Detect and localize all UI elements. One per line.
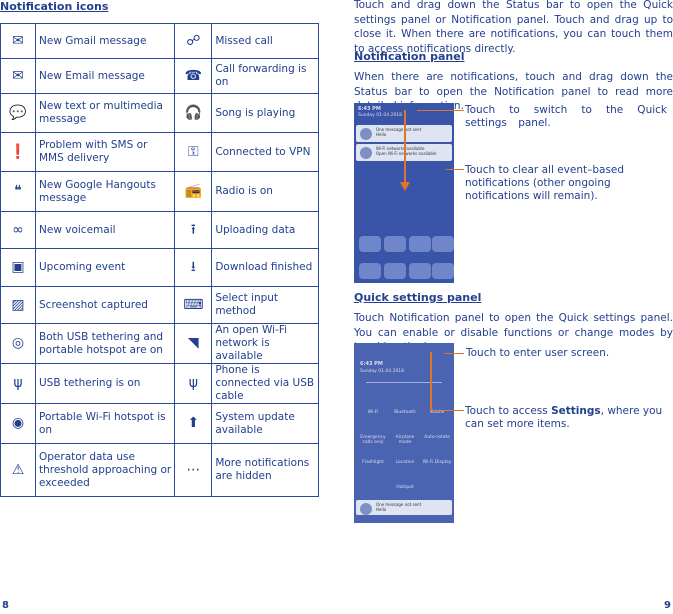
usb-hotspot-icon: ◎: [0, 323, 36, 364]
table-row: ∞ New voicemail ⭱ Uploading data: [0, 211, 319, 249]
quick-settings-callout: Touch to switch to the Quick settings pa…: [465, 104, 667, 129]
icon-description: Uploading data: [211, 211, 319, 249]
quick-setting-tile[interactable]: Location: [390, 460, 420, 465]
usb-icon: ψ: [174, 363, 213, 404]
upload-icon: ⭱: [174, 211, 213, 249]
icon-description: Phone is connected via USB cable: [211, 363, 319, 404]
icon-description: Missed call: [211, 23, 319, 59]
table-row: 💬 New text or multimedia message 🎧 Song is …: [0, 93, 319, 133]
notification-card[interactable]: One message not sent Hello: [356, 500, 452, 515]
table-row: ✉ New Email message ☎ Call forwarding is on: [0, 58, 319, 94]
clear-notifications-callout: Touch to clear all event–based notificat…: [465, 164, 625, 202]
table-row: ✉ New Gmail message ☍ Missed call: [0, 23, 319, 59]
table-row: ψ USB tethering is on ψ Phone is connected …: [0, 363, 319, 404]
call-forwarding-icon: ☎: [174, 58, 213, 94]
download-icon: ⭳: [174, 248, 213, 287]
icon-description: Portable Wi-Fi hotspot is on: [34, 403, 176, 444]
warning-icon: ⚠: [0, 443, 36, 497]
hotspot-icon: ◉: [0, 403, 36, 444]
icon-description: Download finished: [211, 248, 319, 287]
settings-callout: Touch to access Settings, where you can …: [465, 405, 663, 430]
table-row: ▨ Screenshot captured ⌨ Select input method: [0, 286, 319, 324]
icon-description: Call forwarding is on: [211, 58, 319, 94]
voicemail-icon: ∞: [0, 211, 36, 249]
headphones-icon: 🎧: [174, 93, 213, 133]
icon-description: Select input method: [211, 286, 319, 324]
icon-description: Song is playing: [211, 93, 319, 133]
table-row: ◎ Both USB tethering and portable hotspot…: [0, 323, 319, 364]
icon-description: System update available: [211, 403, 319, 444]
icon-description: New voicemail: [34, 211, 176, 249]
missed-call-icon: ☍: [174, 23, 213, 59]
notification-icons-table: ✉ New Gmail message ☍ Missed call ✉ New Email…: [0, 23, 319, 497]
table-row: ◉ Portable Wi-Fi hotspot is on ⬆ System upd…: [0, 403, 319, 444]
notification-panel-heading: Notification panel: [354, 50, 465, 63]
quick-setting-tile[interactable]: Airplane mode: [390, 435, 420, 445]
page-number: 9: [664, 600, 671, 611]
quick-setting-tile[interactable]: Flashlight: [358, 460, 388, 465]
system-update-icon: ⬆: [174, 403, 213, 444]
quick-setting-tile[interactable]: Auto-rotate: [422, 435, 452, 440]
icon-description: Operator data use threshold approaching …: [34, 443, 176, 497]
icon-description: Problem with SMS or MMS delivery: [34, 132, 176, 172]
icon-description: Radio is on: [211, 171, 319, 212]
usb-tethering-icon: ψ: [0, 363, 36, 404]
intro-text: Touch and drag down the Status bar to op…: [354, 0, 673, 55]
icon-description: More notifications are hidden: [211, 443, 319, 497]
icon-description: Screenshot captured: [34, 286, 176, 324]
hangouts-icon: ❝: [0, 171, 36, 212]
icon-description: Both USB tethering and portable hotspot …: [34, 323, 176, 364]
icon-description: An open Wi-Fi network is available: [211, 323, 319, 364]
arrow-down-icon: [400, 182, 410, 191]
quick-setting-tile[interactable]: Bluetooth: [390, 410, 420, 415]
quick-settings-heading: Quick settings panel: [354, 291, 482, 304]
icon-description: USB tethering is on: [34, 363, 176, 404]
page-number: 8: [2, 600, 9, 611]
screenshot-icon: ▨: [0, 286, 36, 324]
table-row: ❗ Problem with SMS or MMS delivery ⚿ Connec…: [0, 132, 319, 172]
icon-description: New Email message: [34, 58, 176, 94]
section-heading: Notification icons: [0, 0, 109, 13]
radio-icon: 📻: [174, 171, 213, 212]
open-wifi-icon: ◥: [174, 323, 213, 364]
icon-description: Connected to VPN: [211, 132, 319, 172]
gmail-icon: ✉: [0, 23, 36, 59]
quick-setting-tile[interactable]: Wi-Fi: [358, 410, 388, 415]
table-row: ⚠ Operator data use threshold approaching…: [0, 443, 319, 497]
email-icon: ✉: [0, 58, 36, 94]
quick-setting-tile[interactable]: Hotspot: [390, 485, 420, 490]
keyboard-icon: ⌨: [174, 286, 213, 324]
more-icon: ⋯: [174, 443, 213, 497]
vpn-key-icon: ⚿: [174, 132, 213, 172]
sms-problem-icon: ❗: [0, 132, 36, 172]
table-row: ▣ Upcoming event ⭳ Download finished: [0, 248, 319, 287]
icon-description: New Gmail message: [34, 23, 176, 59]
quick-setting-tile[interactable]: Wi-Fi Display: [422, 460, 452, 465]
table-row: ❝ New Google Hangouts message 📻 Radio is on: [0, 171, 319, 212]
quick-settings-screenshot: 6:43 PM Sunday 01.04.2018 Wi-Fi Bluetooth…: [354, 343, 454, 523]
icon-description: New Google Hangouts message: [34, 171, 176, 212]
icon-description: Upcoming event: [34, 248, 176, 287]
quick-setting-tile[interactable]: Emergency calls only: [358, 435, 388, 445]
user-screen-callout: Touch to enter user screen.: [466, 347, 610, 359]
calendar-icon: ▣: [0, 248, 36, 287]
message-icon: 💬: [0, 93, 36, 133]
icon-description: New text or multimedia message: [34, 93, 176, 133]
